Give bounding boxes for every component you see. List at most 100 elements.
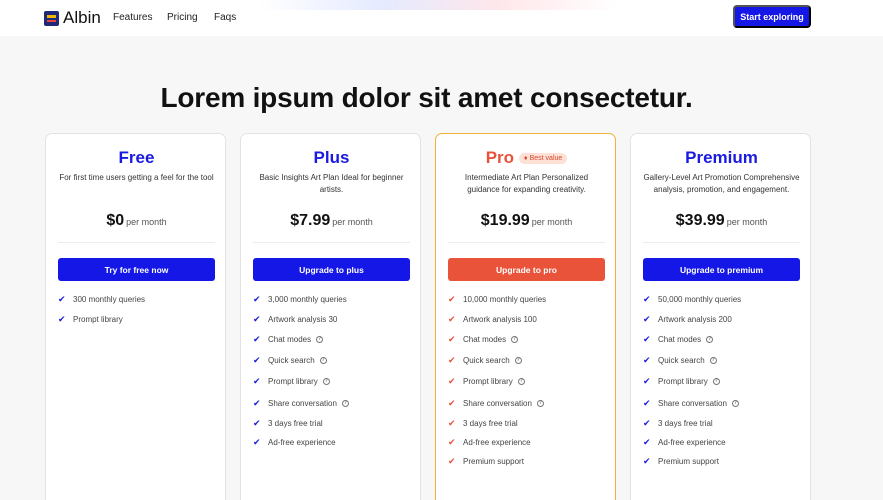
plan-price-row: $39.99 per month	[643, 212, 800, 230]
plan-price: $19.99	[480, 212, 530, 229]
feature-label: Chat modes	[463, 335, 507, 344]
feature-label: 3 days free trial	[268, 419, 323, 428]
nav-faqs[interactable]: Faqs	[214, 12, 236, 23]
divider	[253, 242, 410, 243]
check-icon: ✔︎	[643, 294, 651, 304]
plan-cta-button[interactable]: Upgrade to plus	[253, 258, 410, 281]
check-icon: ✔︎	[253, 294, 261, 304]
nav-pricing[interactable]: Pricing	[167, 12, 198, 23]
plan-title-row: Pro ♦ Best value	[448, 148, 605, 168]
check-icon: ✔︎	[643, 355, 651, 365]
plan-price: $7.99	[290, 212, 331, 229]
feature-item: ✔︎ 3,000 monthly queries	[253, 294, 347, 305]
feature-label: 3 days free trial	[463, 419, 518, 428]
feature-item: ✔︎ Share conversation?	[643, 398, 739, 409]
feature-label: Artwork analysis 100	[463, 315, 537, 324]
plan-title: Free	[118, 148, 155, 167]
check-icon: ✔︎	[448, 418, 456, 428]
plan-description: For first time users getting a feel for …	[59, 173, 214, 182]
check-icon: ✔︎	[58, 314, 66, 324]
diamond-icon: ♦	[524, 154, 528, 162]
plan-price-row: $7.99 per month	[253, 212, 410, 230]
plan-period: per month	[726, 217, 768, 227]
info-icon[interactable]: ?	[322, 378, 330, 385]
feature-label: Chat modes	[268, 335, 312, 344]
check-icon: ✔︎	[253, 376, 261, 386]
feature-label: 50,000 monthly queries	[658, 295, 742, 304]
info-icon[interactable]: ?	[341, 400, 349, 407]
feature-item: ✔︎ Ad-free experience	[253, 437, 336, 448]
plan-price: $39.99	[675, 212, 725, 229]
check-icon: ✔︎	[253, 314, 261, 324]
info-icon[interactable]: ?	[316, 336, 324, 343]
plan-card-free: Free For first time users getting a feel …	[45, 133, 226, 500]
header-glow	[260, 0, 620, 10]
feature-label: Premium support	[658, 457, 719, 466]
feature-item: ✔︎ Share conversation?	[448, 398, 544, 409]
feature-label: Share conversation	[463, 399, 532, 408]
feature-label: Prompt library	[658, 377, 708, 386]
feature-item: ✔︎ Prompt library?	[448, 376, 525, 387]
info-icon[interactable]: ?	[536, 400, 544, 407]
info-icon[interactable]: ?	[712, 378, 720, 385]
plan-card-premium: Premium Gallery-Level Art Promotion Compr…	[630, 133, 811, 500]
check-icon: ✔︎	[643, 437, 651, 447]
start-exploring-button[interactable]: Start exploring	[733, 5, 811, 28]
nav-features[interactable]: Features	[113, 12, 152, 23]
header-bar: Albin Features Pricing Faqs Start explor…	[0, 0, 883, 36]
feature-label: Share conversation	[268, 399, 337, 408]
feature-item: ✔︎ 3 days free trial	[253, 418, 323, 429]
plan-description: Intermediate Art Plan Personalized guida…	[464, 173, 589, 194]
check-icon: ✔︎	[253, 334, 261, 344]
plan-description: Gallery-Level Art Promotion Comprehensiv…	[643, 173, 800, 194]
feature-item: ✔︎ Quick search?	[448, 355, 522, 366]
plan-period: per month	[126, 217, 167, 227]
check-icon: ✔︎	[448, 376, 456, 386]
info-icon[interactable]: ?	[319, 357, 327, 364]
plan-title-row: Premium	[643, 148, 800, 168]
info-icon[interactable]: ?	[517, 378, 525, 385]
feature-label: Quick search	[268, 356, 315, 365]
feature-item: ✔︎ Premium support	[448, 456, 524, 467]
divider	[448, 242, 605, 243]
feature-item: ✔︎ Artwork analysis 30	[253, 314, 337, 325]
badge-label: Best value	[529, 154, 563, 162]
feature-label: Artwork analysis 200	[658, 315, 732, 324]
check-icon: ✔︎	[448, 398, 456, 408]
info-icon[interactable]: ?	[511, 336, 519, 343]
feature-label: Prompt library	[268, 377, 318, 386]
page-headline: Lorem ipsum dolor sit amet consectetur.	[160, 82, 693, 113]
check-icon: ✔︎	[58, 294, 66, 304]
info-icon[interactable]: ?	[709, 357, 717, 364]
feature-label: Quick search	[463, 356, 510, 365]
feature-item: ✔︎ 3 days free trial	[448, 418, 518, 429]
brand-logo[interactable]: Albin	[44, 8, 101, 28]
info-icon[interactable]: ?	[514, 357, 522, 364]
feature-item: ✔︎ Share conversation?	[253, 398, 349, 409]
plan-period: per month	[531, 217, 573, 227]
feature-item: ✔︎ Prompt library?	[643, 376, 720, 387]
brand-name: Albin	[63, 8, 101, 27]
check-icon: ✔︎	[643, 376, 651, 386]
info-icon[interactable]: ?	[706, 336, 714, 343]
info-icon[interactable]: ?	[731, 400, 739, 407]
check-icon: ✔︎	[448, 456, 456, 466]
feature-label: Ad-free experience	[268, 438, 336, 447]
plan-cta-button[interactable]: Try for free now	[58, 258, 215, 281]
feature-label: Artwork analysis 30	[268, 315, 338, 324]
plan-cta-button[interactable]: Upgrade to pro	[448, 258, 605, 281]
feature-item: ✔︎ Chat modes?	[253, 334, 324, 345]
plan-title: Pro	[485, 148, 515, 167]
plan-price-row: $0 per month	[58, 212, 215, 230]
divider	[58, 242, 215, 243]
check-icon: ✔︎	[253, 418, 261, 428]
plan-cta-button[interactable]: Upgrade to premium	[643, 258, 800, 281]
feature-label: Ad-free experience	[658, 438, 726, 447]
feature-item: ✔︎ Quick search?	[643, 355, 717, 366]
check-icon: ✔︎	[253, 355, 261, 365]
feature-item: ✔︎ 300 monthly queries	[58, 294, 145, 305]
feature-label: Premium support	[463, 457, 524, 466]
feature-label: 10,000 monthly queries	[463, 295, 547, 304]
feature-label: 3 days free trial	[658, 419, 713, 428]
feature-item: ✔︎ Artwork analysis 100	[448, 314, 537, 325]
